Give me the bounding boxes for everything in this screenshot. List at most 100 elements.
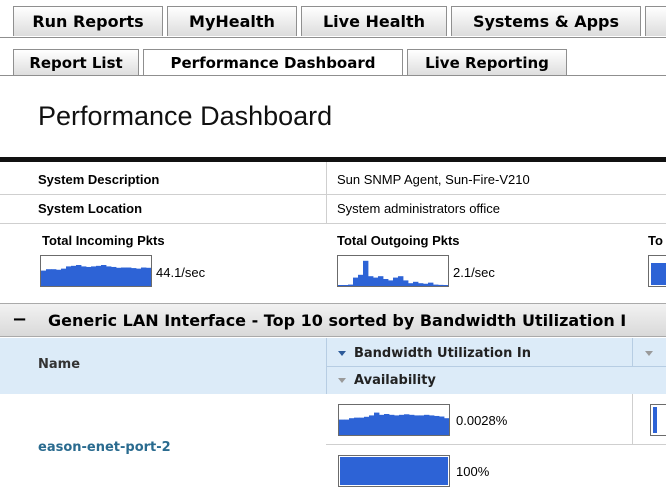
sparkline-bar: [403, 280, 409, 286]
row-divider: [0, 194, 666, 195]
incoming-pkts-sparkline: [40, 255, 152, 287]
availability-fill: [340, 457, 448, 485]
section-title: Generic LAN Interface - Top 10 sorted by…: [48, 311, 627, 330]
sparkline-bar: [378, 276, 384, 286]
sparkline-bar: [354, 417, 360, 435]
system-location-value: System administrators office: [337, 201, 501, 216]
sparkline-bar: [383, 279, 389, 286]
sparkline-bar: [409, 414, 415, 435]
sparkline-bar: [379, 414, 385, 435]
sparkline-bar: [413, 281, 419, 286]
sparkline-bar: [394, 415, 400, 435]
sparkline-bar: [46, 269, 52, 286]
collapse-icon[interactable]: −: [12, 309, 27, 330]
next-column-sparkline: [650, 404, 666, 436]
third-metric-fill: [651, 263, 666, 285]
tab-live-health[interactable]: Live Health: [301, 6, 447, 36]
sparkline-bar: [146, 267, 151, 286]
sparkline-bar: [339, 419, 345, 435]
sparkline-bar: [388, 280, 394, 286]
sparkline-bar: [101, 265, 107, 286]
third-metric-label: To: [648, 233, 663, 248]
sparkline-bar: [51, 269, 57, 286]
third-metric-sparkline: [648, 255, 666, 287]
outgoing-pkts-sparkline: [337, 255, 449, 287]
sparkline-bar: [71, 265, 77, 286]
sparkline-bar: [96, 265, 102, 286]
sparkline-bar: [344, 419, 350, 435]
sparkline-bar: [56, 269, 62, 286]
name-column-header[interactable]: Name: [38, 357, 80, 372]
outgoing-pkts-chart: [338, 260, 448, 286]
sort-arrow-icon: [645, 351, 653, 356]
sparkline-bar: [439, 416, 445, 435]
sparkline-bar: [419, 415, 425, 435]
subtab-report-list[interactable]: Report List: [13, 49, 139, 75]
bandwidth-column-header[interactable]: Bandwidth Utilization In: [338, 346, 531, 361]
sparkline-bar: [126, 267, 132, 286]
sparkline-bar: [131, 268, 137, 286]
sparkline-bar: [343, 285, 349, 286]
availability-column-header[interactable]: Availability: [338, 373, 436, 388]
sparkline-bar: [66, 266, 72, 286]
lan-interface-section-header[interactable]: − Generic LAN Interface - Top 10 sorted …: [0, 303, 666, 337]
sparkline-bar: [358, 274, 364, 286]
sparkline-bar: [81, 266, 87, 286]
bandwidth-sparkline: [338, 404, 450, 436]
top-tab-bar: Run Reports MyHealth Live Health Systems…: [0, 0, 666, 38]
sparkline-bar: [41, 270, 47, 286]
system-location-label: System Location: [38, 201, 143, 216]
sparkline-bar: [384, 414, 390, 435]
sparkline-bar: [368, 276, 374, 286]
sparkline-bar: [353, 277, 359, 286]
sparkline-bar: [424, 414, 430, 435]
sort-arrow-icon: [338, 378, 346, 383]
system-description-label: System Description: [38, 172, 160, 187]
sparkline-bar: [374, 412, 380, 435]
sparkline-bar: [389, 414, 395, 435]
system-description-value: Sun SNMP Agent, Sun-Fire-V210: [337, 172, 530, 187]
header-divider: [326, 366, 666, 367]
header-column-divider: [326, 338, 327, 394]
sparkline-bar: [408, 283, 414, 286]
sparkline-bar: [121, 267, 127, 286]
availability-value: 100%: [456, 464, 490, 479]
tab-run-reports[interactable]: Run Reports: [13, 6, 163, 36]
sparkline-bar: [373, 277, 379, 286]
subtab-performance-dashboard[interactable]: Performance Dashboard: [143, 49, 403, 76]
sparkline-bar: [359, 417, 365, 435]
sparkline-bar: [418, 283, 424, 286]
subtab-live-reporting[interactable]: Live Reporting: [407, 49, 567, 75]
row-divider: [0, 223, 666, 224]
sparkline-bar: [433, 284, 439, 286]
incoming-pkts-chart: [41, 265, 151, 286]
sparkline-bar: [428, 282, 434, 286]
sparkline-bar: [414, 415, 420, 435]
tab-systems-apps[interactable]: Systems & Apps: [451, 6, 641, 36]
sparkline-bar: [116, 267, 122, 286]
sparkline-bar: [364, 416, 370, 435]
sparkline-bar: [76, 265, 82, 286]
incoming-pkts-label: Total Incoming Pkts: [42, 233, 165, 248]
title-separator: [0, 157, 666, 162]
sparkline-bar: [111, 266, 117, 286]
sparkline-bar: [399, 414, 405, 435]
sparkline-bar: [404, 414, 410, 435]
tab-overflow[interactable]: [645, 6, 666, 36]
sparkline-bar: [136, 268, 142, 286]
row-divider: [326, 444, 666, 445]
next-column-header[interactable]: [645, 346, 661, 361]
sparkline-bar: [91, 266, 97, 286]
tab-myhealth[interactable]: MyHealth: [167, 6, 297, 36]
interface-link[interactable]: eason-enet-port-2: [38, 440, 171, 455]
sparkline-bar: [434, 415, 440, 435]
sparkline-bar: [348, 284, 354, 286]
sort-arrow-icon: [338, 351, 346, 356]
sparkline-bar: [423, 283, 429, 286]
outgoing-pkts-value: 2.1/sec: [453, 265, 495, 280]
sparkline-bar: [61, 268, 67, 286]
page-title: Performance Dashboard: [38, 101, 333, 131]
bandwidth-chart: [339, 412, 449, 435]
next-column-fill: [653, 407, 657, 433]
tab-bar-divider: [0, 37, 666, 38]
